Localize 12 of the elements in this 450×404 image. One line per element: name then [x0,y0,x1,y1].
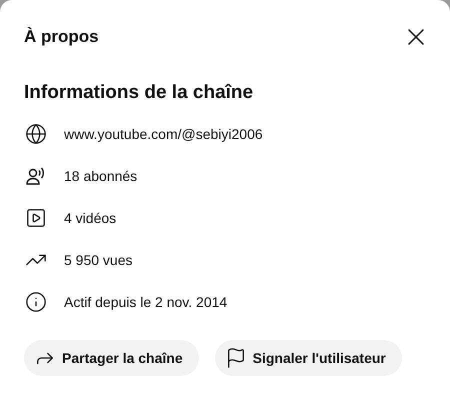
detail-text: 5 950 vues [64,252,132,268]
info-icon [24,291,48,313]
share-button[interactable]: Partager la chaîne [24,340,199,376]
report-button[interactable]: Signaler l'utilisateur [214,340,402,376]
detail-text: Actif depuis le 2 nov. 2014 [64,294,228,310]
detail-text: 4 vidéos [64,210,116,226]
detail-text: 18 abonnés [64,168,138,184]
globe-icon [24,123,48,145]
play-icon [24,207,48,229]
channel-link[interactable]: www.youtube.com/@sebiyi2006 [64,126,263,142]
section-heading: Informations de la chaîne [24,82,254,104]
dialog-title: À propos [24,27,99,47]
